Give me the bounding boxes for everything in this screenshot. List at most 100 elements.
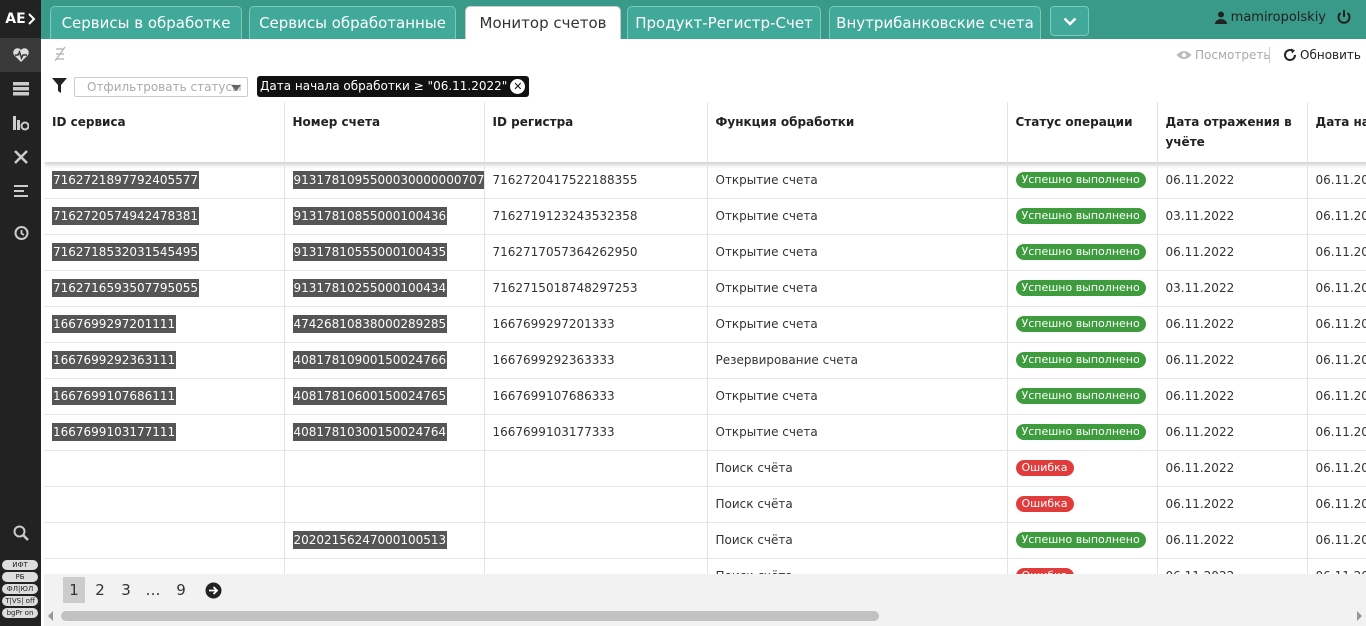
posting-date-cell: 03.11.2022 (1157, 270, 1308, 307)
table-row[interactable]: 1667699103177111 40817810300150024764 1667… (44, 414, 1366, 451)
posting-date-value: 06.11.2022 (1165, 353, 1235, 367)
sidebar-item-reports[interactable] (0, 106, 41, 140)
account-number-value: 47426810838000289285 (292, 315, 448, 333)
sidebar-item-search[interactable] (0, 516, 41, 550)
posting-date-cell: 06.11.2022 (1157, 234, 1308, 271)
table-row[interactable]: 1667699297201111 47426810838000289285 1667… (44, 306, 1366, 343)
sidebar: AE ИФТ РБ ФЛ|ЮЛ off Т|VS| off bgPr on (0, 0, 41, 626)
more-tabs-button[interactable] (1050, 6, 1089, 36)
register-id-cell: 1667699107686333 (484, 378, 708, 415)
chevron-down-icon (1063, 17, 1076, 26)
list-icon (13, 185, 28, 197)
posting-date-cell: 03.11.2022 (1157, 198, 1308, 235)
env-badge-ift[interactable]: ИФТ (2, 560, 38, 570)
col-status-header[interactable]: Статус операции (1007, 102, 1158, 162)
col-function-header[interactable]: Функция обработки (707, 102, 1008, 162)
arrow-right-circle-icon (205, 582, 221, 598)
status-badge: Успешно выполнено (1015, 208, 1146, 224)
table-row[interactable]: 20202156247000100513 Поиск счёта Успешно в… (44, 522, 1366, 559)
remove-filter-icon[interactable]: ✕ (510, 79, 526, 94)
table-row[interactable]: 7162721897792405577 913178109550003000000… (44, 162, 1366, 199)
service-id-value: 7162716593507795055 (52, 279, 200, 297)
account-number-cell: 91317810955000300000007071 (284, 162, 485, 199)
tab-internal-accounts[interactable]: Внутрибанковские счета (829, 6, 1041, 39)
status-cell: Успешно выполнено (1007, 414, 1158, 451)
sidebar-item-tools[interactable] (0, 140, 41, 174)
next-page-button[interactable] (202, 577, 224, 603)
col-register-id-header[interactable]: ID регистра (484, 102, 708, 162)
start-date-value: 06.11.20 (1315, 317, 1366, 331)
status-cell: Успешно выполнено (1007, 342, 1158, 379)
posting-date-value: 03.11.2022 (1165, 281, 1235, 295)
sidebar-item-history[interactable] (0, 216, 41, 250)
account-number-cell: 40817810600150024765 (284, 378, 485, 415)
sidebar-item-list[interactable] (0, 174, 41, 208)
function-cell: Открытие счета (707, 414, 1008, 451)
power-icon[interactable] (1336, 9, 1352, 25)
table-row[interactable]: Поиск счётаОшибка06.11.202206.11.20 (44, 558, 1366, 574)
tab-product-register-account[interactable]: Продукт-Регистр-Счет (627, 6, 821, 39)
function-value: Поиск счёта (715, 497, 793, 511)
scroll-left-icon[interactable] (48, 611, 53, 621)
tab-services-processed[interactable]: Сервисы обработанные (249, 6, 456, 39)
table-row[interactable]: 7162716593507795055 91317810255000100434 7… (44, 270, 1366, 307)
table-row[interactable]: 1667699292363111 40817810900150024766 1667… (44, 342, 1366, 379)
scrollbar-thumb[interactable] (61, 611, 879, 621)
app-logo[interactable]: AE (0, 0, 41, 38)
horizontal-scrollbar[interactable] (44, 606, 1366, 626)
status-filter-placeholder: Отфильтровать статусы (87, 80, 242, 94)
col-start-date-header[interactable]: Дата нач (1307, 102, 1366, 162)
tab-services-processing[interactable]: Сервисы в обработке (50, 6, 242, 39)
service-id-cell: 1667699103177111 (44, 414, 285, 451)
col-account-number-header[interactable]: Номер счета (284, 102, 485, 162)
page-9[interactable]: 9 (170, 577, 192, 603)
clear-filter-icon[interactable] (53, 46, 67, 62)
register-id-value: 7162715018748297253 (492, 281, 638, 295)
env-badge-tvs[interactable]: Т|VS| off (2, 596, 38, 606)
register-id-cell (484, 522, 708, 559)
refresh-button[interactable]: Обновить (1283, 46, 1361, 64)
date-filter-chip[interactable]: Дата начала обработки ≥ "06.11.2022" ✕ (257, 76, 530, 97)
start-date-value: 06.11.20 (1315, 245, 1366, 259)
table-row[interactable]: Поиск счётаОшибка06.11.202206.11.20 (44, 486, 1366, 523)
sidebar-item-servers[interactable] (0, 72, 41, 106)
search-icon (13, 525, 29, 541)
col-service-id-header[interactable]: ID сервиса (44, 102, 285, 162)
funnel-icon[interactable] (52, 78, 67, 94)
start-date-cell: 06.11.20 (1307, 234, 1366, 271)
table-row[interactable]: 1667699107686111 40817810600150024765 1667… (44, 378, 1366, 415)
page-2[interactable]: 2 (89, 577, 111, 603)
service-id-value: 1667699107686111 (52, 387, 177, 405)
table-row[interactable]: 7162718532031545495 91317810555000100435 7… (44, 234, 1366, 271)
tab-account-monitor[interactable]: Монитор счетов (465, 6, 621, 39)
env-badge-bgpr[interactable]: bgPr on (2, 608, 38, 618)
posting-date-value: 06.11.2022 (1165, 317, 1235, 331)
view-button[interactable]: Посмотреть (1176, 46, 1270, 64)
logo-text: AE (5, 11, 26, 27)
user-menu[interactable]: mamiropolskiy (1214, 9, 1352, 25)
env-badge-fl[interactable]: ФЛ|ЮЛ off (2, 584, 38, 603)
posting-date-cell: 06.11.2022 (1157, 414, 1308, 451)
register-id-value: 1667699292363333 (492, 353, 615, 367)
status-badge: Успешно выполнено (1015, 388, 1146, 404)
table-row[interactable]: 7162720574942478381 91317810855000100436 7… (44, 198, 1366, 235)
status-filter-select[interactable]: Отфильтровать статусы (74, 77, 248, 97)
start-date-value: 06.11.20 (1315, 425, 1366, 439)
table-row[interactable]: Поиск счётаОшибка06.11.202206.11.20 (44, 450, 1366, 487)
page-1[interactable]: 1 (63, 577, 85, 603)
scroll-right-icon[interactable] (1357, 611, 1362, 621)
col-posting-date-header[interactable]: Дата отражения в учёте (1157, 102, 1308, 162)
start-date-cell: 06.11.20 (1307, 270, 1366, 307)
register-id-cell (484, 450, 708, 487)
status-cell: Успешно выполнено (1007, 378, 1158, 415)
status-badge: Успешно выполнено (1015, 244, 1146, 260)
sidebar-item-monitor[interactable] (0, 38, 41, 72)
user-icon (1214, 11, 1227, 24)
env-badge-rb[interactable]: РБ (2, 572, 38, 582)
filter-row: Отфильтровать статусы Дата начала обрабо… (41, 73, 1366, 101)
function-cell: Открытие счета (707, 198, 1008, 235)
status-cell: Успешно выполнено (1007, 270, 1158, 307)
page-3[interactable]: 3 (115, 577, 137, 603)
start-date-cell: 06.11.20 (1307, 198, 1366, 235)
function-cell: Открытие счета (707, 234, 1008, 271)
